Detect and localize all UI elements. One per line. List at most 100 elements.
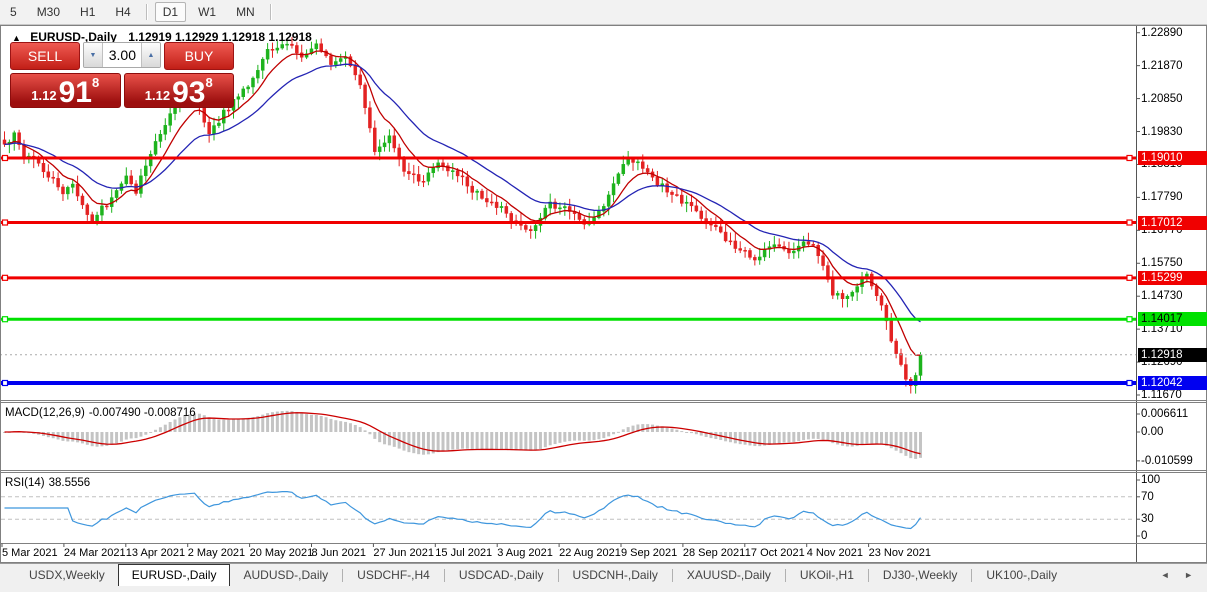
candlestick	[563, 207, 566, 208]
tab-audusd-daily[interactable]: AUDUSD-,Daily	[230, 565, 341, 586]
candlestick	[388, 136, 391, 143]
macd-histogram-bar	[880, 432, 883, 444]
macd-histogram-bar	[865, 432, 868, 444]
line-handle[interactable]	[1127, 317, 1132, 322]
macd-histogram-bar	[817, 432, 820, 439]
candlestick	[817, 245, 820, 255]
buy-button[interactable]: BUY	[164, 42, 234, 70]
macd-histogram-bar	[96, 432, 99, 447]
timeframe-button-mn[interactable]: MN	[228, 2, 263, 22]
line-handle[interactable]	[1127, 220, 1132, 225]
volume-increase-button[interactable]: ▲	[141, 43, 160, 67]
date-axis-label: 20 May 2021	[250, 547, 314, 559]
line-handle[interactable]	[1127, 156, 1132, 161]
tab-usdx-weekly[interactable]: USDX,Weekly	[16, 565, 118, 586]
candlestick	[831, 279, 834, 295]
tab-usdcnh-daily[interactable]: USDCNH-,Daily	[560, 565, 671, 586]
date-axis-label: 13 Apr 2021	[126, 547, 185, 559]
volume-input[interactable]: 3.00	[103, 43, 141, 67]
sell-button[interactable]: SELL	[10, 42, 80, 70]
tab-uk100-daily[interactable]: UK100-,Daily	[973, 565, 1070, 586]
buy-price-panel[interactable]: 1.12 93 8	[124, 73, 235, 108]
candlestick	[61, 187, 64, 194]
sell-price-panel[interactable]: 1.12 91 8	[10, 73, 121, 108]
macd-histogram-bar	[909, 432, 912, 458]
timeframe-button-h4[interactable]: H4	[107, 2, 138, 22]
candlestick	[593, 218, 596, 222]
macd-histogram-bar	[870, 432, 873, 443]
timeframe-button-h1[interactable]: H1	[72, 2, 103, 22]
candlestick	[383, 143, 386, 147]
candlestick	[904, 365, 907, 380]
macd-histogram-bar	[797, 432, 800, 441]
line-handle[interactable]	[3, 275, 8, 280]
candlestick	[71, 184, 74, 187]
macd-axis-label: 0.006611	[1141, 408, 1188, 420]
candlestick	[919, 355, 922, 376]
tab-usdchf-h4[interactable]: USDCHF-,H4	[344, 565, 443, 586]
candlestick	[222, 110, 225, 123]
macd-histogram-bar	[208, 417, 211, 432]
tab-ukoil-h1[interactable]: UKOil-,H1	[787, 565, 867, 586]
tab-separator	[342, 569, 343, 582]
macd-histogram-bar	[446, 432, 449, 450]
macd-histogram-bar	[709, 432, 712, 438]
tab-scroll-arrows[interactable]: ◄ ►	[1161, 570, 1199, 580]
macd-axis-label: 0.00	[1141, 426, 1163, 438]
tab-usdcad-daily[interactable]: USDCAD-,Daily	[446, 565, 557, 586]
line-handle[interactable]	[3, 220, 8, 225]
macd-histogram-bar	[675, 430, 678, 432]
volume-box: ▼ 3.00 ▲	[83, 42, 161, 68]
candlestick	[144, 166, 147, 176]
macd-histogram-bar	[110, 432, 113, 445]
candlestick	[320, 44, 323, 51]
timeframe-button-5[interactable]: 5	[2, 2, 25, 22]
candlestick	[822, 256, 825, 266]
candlestick	[739, 249, 742, 251]
candlestick	[680, 195, 683, 203]
tab-xauusd-daily[interactable]: XAUUSD-,Daily	[674, 565, 784, 586]
candlestick	[666, 184, 669, 192]
price-level-badge: 1.19010	[1138, 151, 1207, 165]
date-axis-label: 17 Oct 2021	[745, 547, 805, 559]
candlestick	[490, 202, 493, 203]
candlestick	[334, 62, 337, 65]
timeframe-button-w1[interactable]: W1	[190, 2, 224, 22]
timeframe-button-m30[interactable]: M30	[29, 2, 68, 22]
price-level-badge: 1.12042	[1138, 376, 1207, 390]
line-handle[interactable]	[3, 380, 8, 385]
tab-dj30-weekly[interactable]: DJ30-,Weekly	[870, 565, 970, 586]
macd-histogram-bar	[729, 432, 732, 442]
sell-price-big: 91	[59, 80, 92, 105]
timeframe-button-d1[interactable]: D1	[155, 2, 186, 22]
macd-histogram-bar	[778, 432, 781, 443]
macd-histogram-bar	[86, 432, 89, 445]
macd-histogram-bar	[437, 432, 440, 452]
macd-histogram-bar	[407, 432, 410, 452]
candlestick	[432, 168, 435, 173]
macd-histogram-bar	[510, 432, 513, 450]
candlestick	[364, 85, 367, 108]
price-axis-label: 1.15750	[1141, 257, 1183, 269]
line-handle[interactable]	[1127, 380, 1132, 385]
candlestick	[208, 122, 211, 134]
candlestick	[480, 191, 483, 198]
macd-histogram-bar	[217, 420, 220, 432]
line-handle[interactable]	[3, 156, 8, 161]
macd-histogram-bar	[612, 432, 615, 434]
candlestick	[753, 257, 756, 260]
toolbar-separator	[270, 4, 272, 20]
line-handle[interactable]	[3, 317, 8, 322]
macd-histogram-bar	[895, 432, 898, 451]
tab-eurusd-daily[interactable]: EURUSD-,Daily	[118, 564, 231, 586]
line-handle[interactable]	[1127, 275, 1132, 280]
candlestick	[690, 202, 693, 206]
candlestick	[403, 159, 406, 172]
candlestick	[242, 89, 245, 97]
macd-histogram-bar	[773, 432, 776, 444]
price-level-badge: 1.17012	[1138, 216, 1207, 230]
candlestick	[354, 66, 357, 75]
macd-histogram-bar	[602, 432, 605, 438]
volume-decrease-button[interactable]: ▼	[84, 43, 103, 67]
price-axis-label: 1.22890	[1141, 27, 1183, 39]
